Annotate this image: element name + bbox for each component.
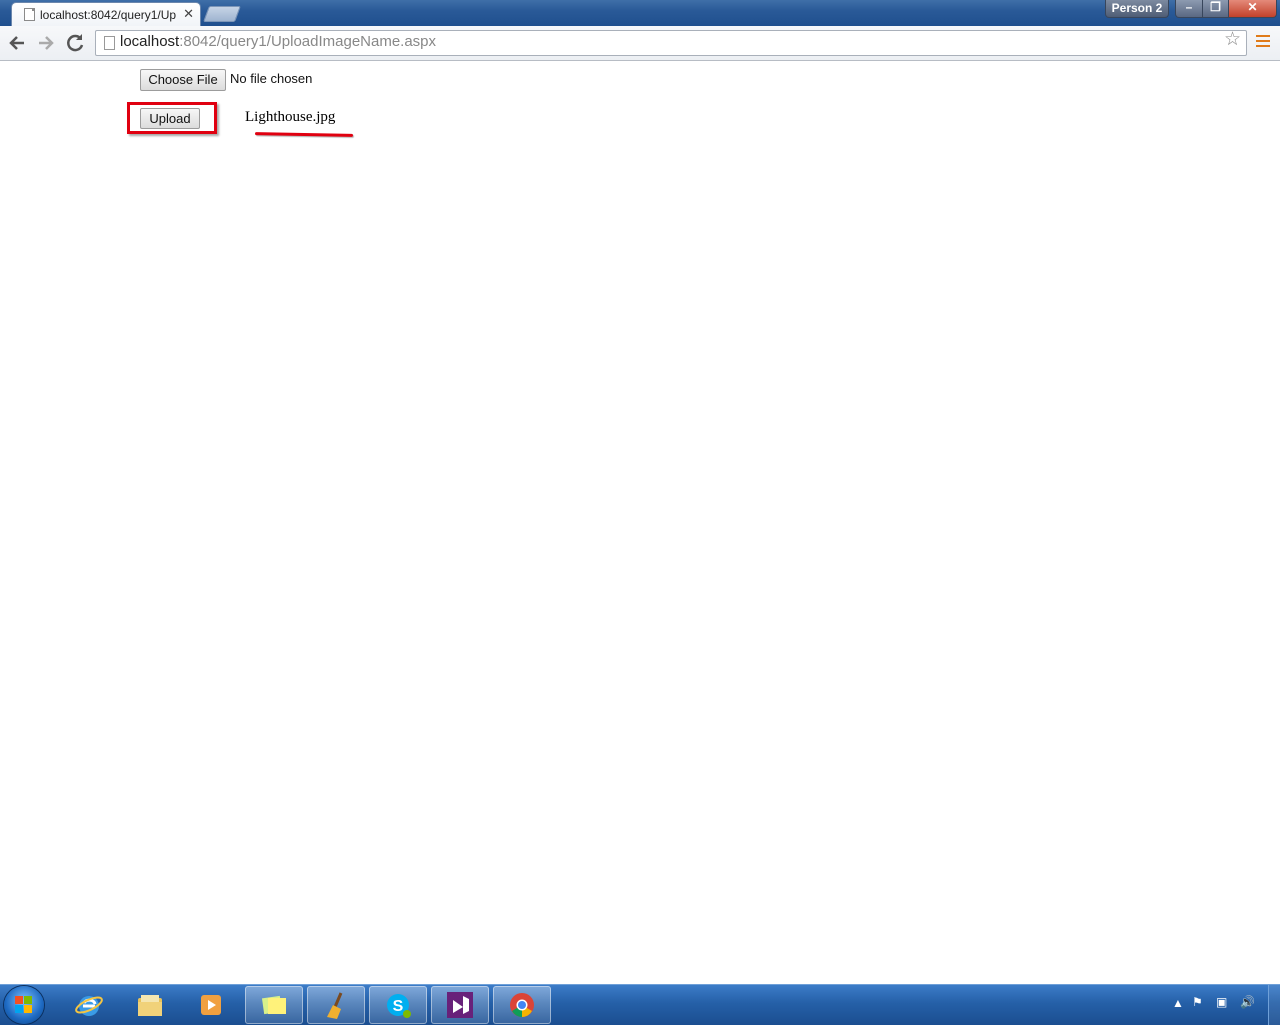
visual-studio-icon bbox=[447, 992, 473, 1018]
windows-taskbar: S ▲ ⚑ ▣ 🔊 bbox=[0, 984, 1280, 1025]
taskbar-ccleaner[interactable] bbox=[307, 986, 365, 1024]
start-button[interactable] bbox=[4, 986, 44, 1024]
page-icon bbox=[24, 8, 35, 21]
browser-toolbar: localhost:8042/query1/UploadImageName.as… bbox=[0, 26, 1280, 61]
internet-explorer-icon bbox=[75, 996, 103, 1016]
folder-icon bbox=[138, 995, 162, 1016]
action-center-flag-icon[interactable]: ⚑ bbox=[1192, 995, 1203, 1009]
windows-logo-icon bbox=[15, 996, 33, 1014]
back-arrow-icon[interactable] bbox=[6, 32, 28, 54]
media-player-icon bbox=[201, 995, 221, 1015]
profile-button[interactable]: Person 2 bbox=[1105, 0, 1169, 18]
no-file-label: No file chosen bbox=[230, 71, 313, 86]
forward-arrow-icon[interactable] bbox=[35, 32, 57, 54]
url-text: localhost:8042/query1/UploadImageName.as… bbox=[120, 33, 437, 50]
broom-icon bbox=[327, 992, 343, 1019]
sticky-notes-icon bbox=[261, 995, 286, 1015]
taskbar-chrome[interactable] bbox=[493, 986, 551, 1024]
taskbar-visual-studio[interactable] bbox=[431, 986, 489, 1024]
show-desktop-button[interactable] bbox=[1268, 985, 1280, 1025]
reload-icon[interactable] bbox=[64, 32, 86, 54]
address-bar[interactable]: localhost:8042/query1/UploadImageName.as… bbox=[95, 30, 1247, 56]
taskbar-windows-explorer[interactable] bbox=[121, 986, 179, 1024]
close-window-button[interactable]: ✕ bbox=[1228, 0, 1277, 18]
network-icon[interactable]: ▣ bbox=[1216, 995, 1227, 1009]
volume-icon[interactable]: 🔊 bbox=[1240, 995, 1255, 1009]
choose-file-button[interactable]: Choose File bbox=[140, 69, 226, 91]
tab-title: localhost:8042/query1/Up bbox=[40, 8, 177, 22]
restore-button[interactable]: ❐ bbox=[1202, 0, 1229, 18]
skype-icon: S bbox=[387, 994, 411, 1018]
bookmark-star-icon[interactable]: ☆ bbox=[1224, 28, 1241, 51]
taskbar-internet-explorer[interactable] bbox=[60, 986, 118, 1024]
tab-close-icon[interactable]: ✕ bbox=[183, 6, 194, 22]
page-icon bbox=[104, 36, 115, 50]
taskbar-media-player[interactable] bbox=[182, 986, 240, 1024]
tab-active[interactable]: localhost:8042/query1/Up ✕ bbox=[12, 3, 200, 26]
svg-text:S: S bbox=[393, 998, 404, 1015]
chrome-icon bbox=[510, 993, 534, 1017]
upload-button[interactable]: Upload bbox=[140, 108, 200, 129]
page-content: Choose File No file chosen Upload Lighth… bbox=[0, 61, 1280, 983]
uploaded-filename: Lighthouse.jpg bbox=[245, 109, 336, 125]
taskbar-sticky-notes[interactable] bbox=[245, 986, 303, 1024]
show-hidden-icons-icon[interactable]: ▲ bbox=[1172, 996, 1184, 1010]
minimize-button[interactable]: – bbox=[1175, 0, 1203, 18]
chrome-menu-icon[interactable] bbox=[1256, 35, 1270, 49]
highlight-underline bbox=[254, 132, 354, 137]
tab-strip: localhost:8042/query1/Up ✕ Person 2 – ❐ … bbox=[0, 0, 1280, 26]
taskbar-skype[interactable]: S bbox=[369, 986, 427, 1024]
new-tab-button[interactable] bbox=[203, 6, 241, 22]
